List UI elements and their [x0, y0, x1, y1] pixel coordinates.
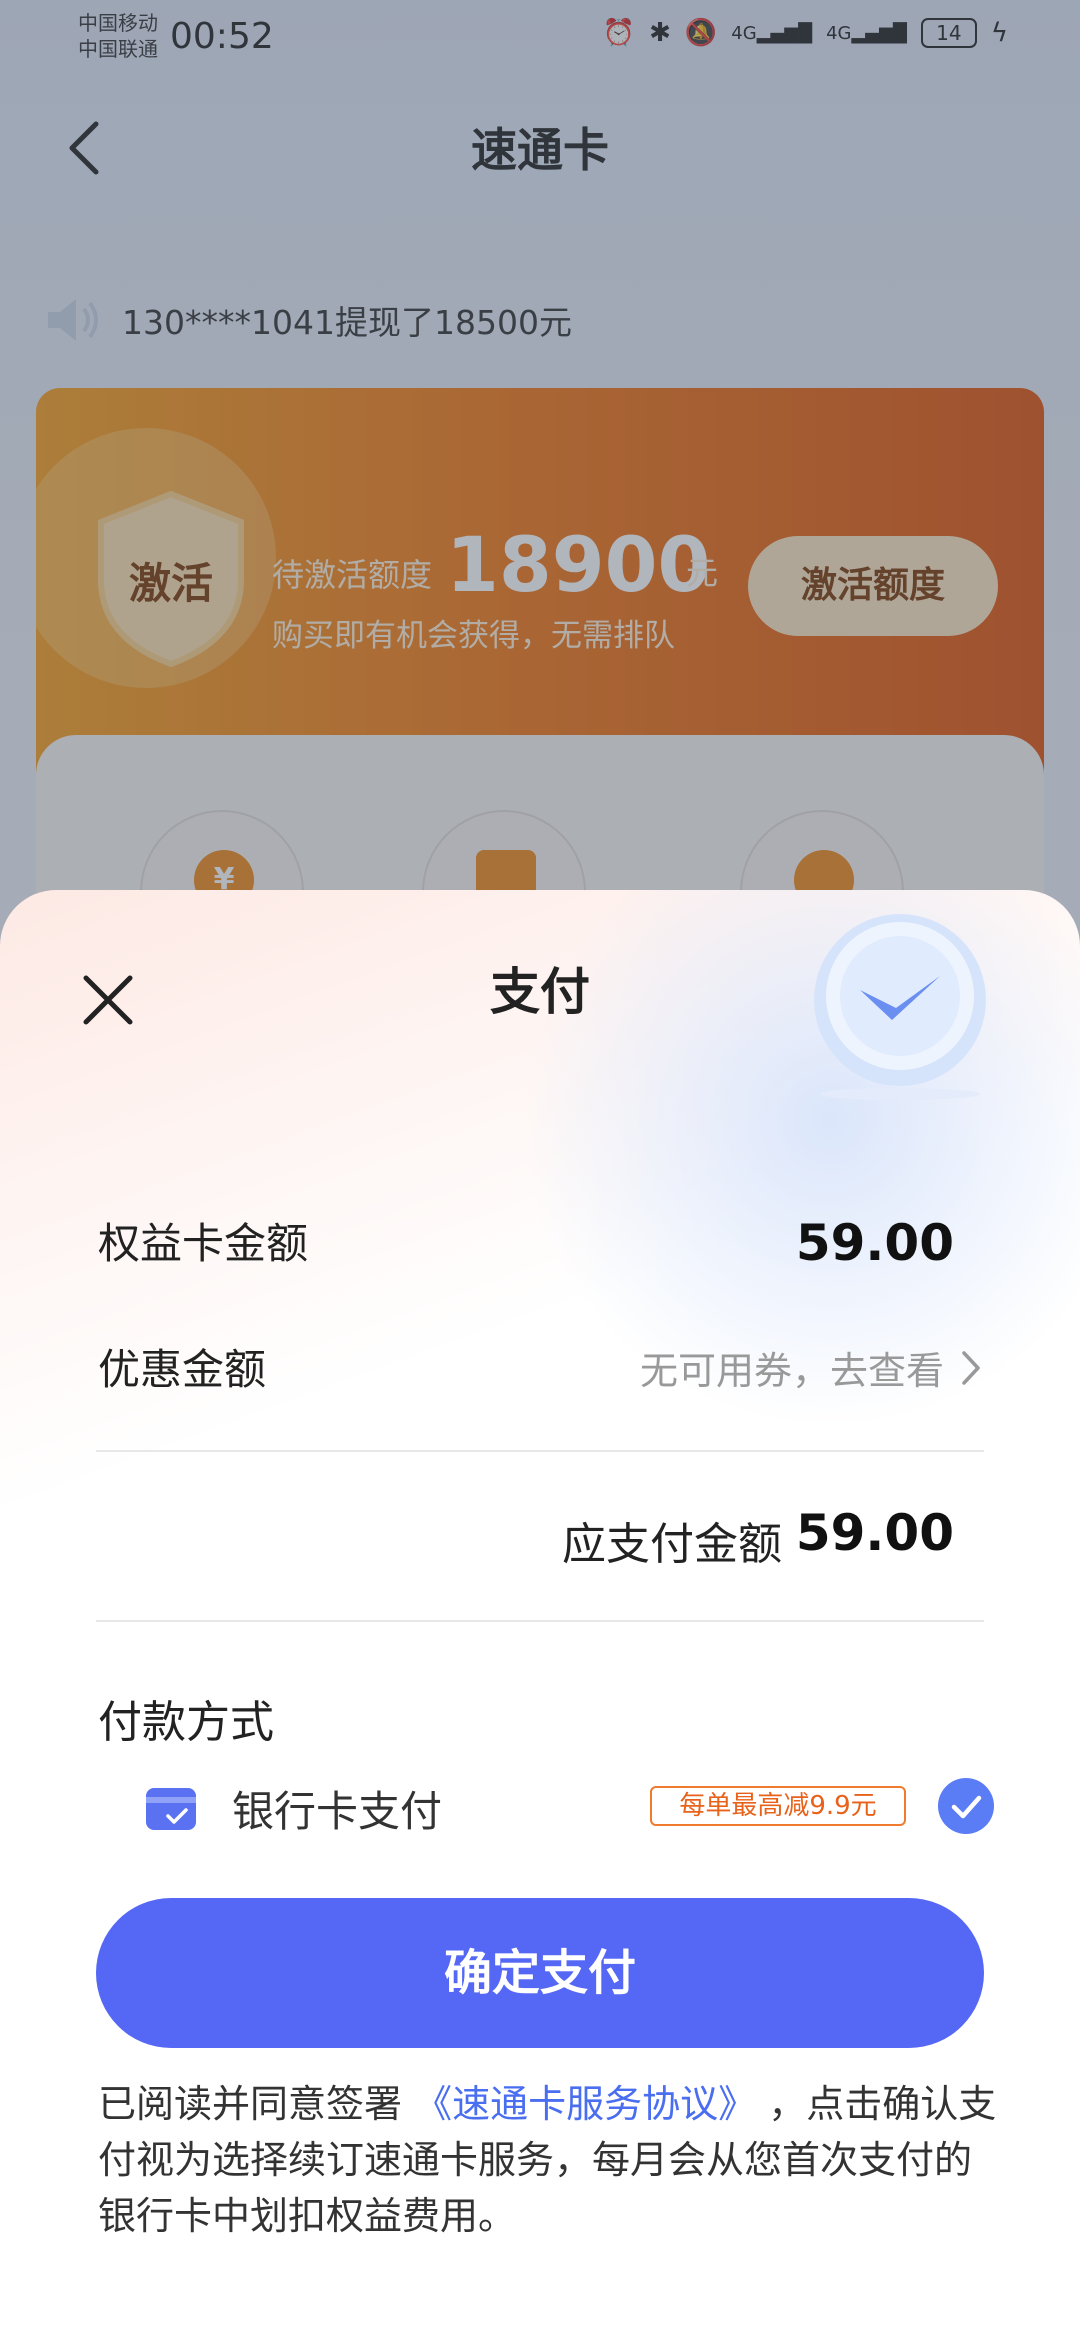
divider: [96, 1450, 984, 1452]
promo-badge: 每单最高减9.9元: [650, 1786, 906, 1826]
coupon-link[interactable]: 无可用券，去查看: [640, 1340, 982, 1395]
agreement-prefix: 已阅读并同意签署: [98, 2082, 403, 2126]
chevron-right-icon: [962, 1350, 980, 1385]
divider: [96, 1620, 984, 1622]
confirm-pay-button[interactable]: 确定支付: [96, 1898, 984, 2048]
bank-card-pay-label[interactable]: 银行卡支付: [232, 1778, 442, 1839]
coupon-text: 无可用券，去查看: [639, 1349, 944, 1393]
discount-label: 优惠金额: [98, 1345, 267, 1394]
selected-check[interactable]: [938, 1778, 994, 1834]
card-amount-label: 权益卡金额: [98, 1219, 309, 1268]
service-agreement-link[interactable]: 《速通卡服务协议》: [414, 2082, 756, 2126]
agreement-text: 已阅读并同意签署 《速通卡服务协议》 ，点击确认支付视为选择续订速通卡服务，每月…: [98, 2076, 998, 2244]
payment-sheet: 支付 权益卡金额 59.00 优惠金额 无可用券，去查看 应支付金额 59.00…: [0, 890, 1080, 2340]
payable-value: 59.00: [795, 1504, 954, 1562]
payable-label: 应支付金额: [562, 1519, 782, 1570]
payment-method-title: 付款方式: [98, 1697, 274, 1748]
checkmark-coin-icon: [814, 914, 986, 1100]
bank-card-icon: [146, 1788, 196, 1830]
check-icon: [951, 1795, 982, 1819]
card-amount-value: 59.00: [795, 1214, 954, 1272]
